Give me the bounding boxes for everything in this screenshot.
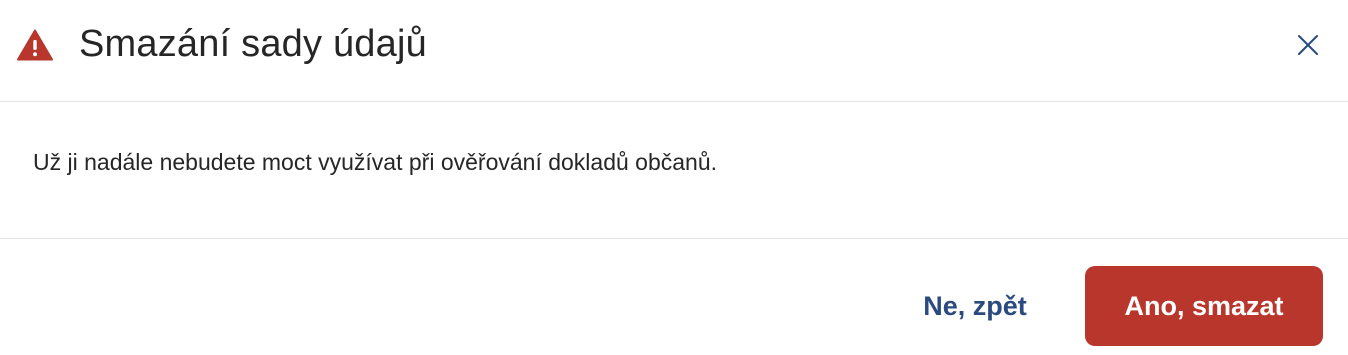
confirm-delete-button[interactable]: Ano, smazat	[1085, 266, 1323, 346]
dialog-title: Smazání sady údajů	[79, 23, 427, 65]
warning-triangle-icon	[17, 29, 53, 61]
dialog-footer: Ne, zpět Ano, smazat	[0, 239, 1348, 355]
dialog-message: Už ji nadále nebudete moct využívat při …	[33, 149, 718, 175]
cancel-button[interactable]: Ne, zpět	[900, 267, 1050, 345]
dialog-header: Smazání sady údajů	[0, 0, 1348, 102]
delete-dataset-dialog: Smazání sady údajů Už ji nadále nebudete…	[0, 0, 1348, 355]
dialog-body: Už ji nadále nebudete moct využívat při …	[0, 102, 1348, 239]
close-icon[interactable]	[1292, 29, 1324, 61]
